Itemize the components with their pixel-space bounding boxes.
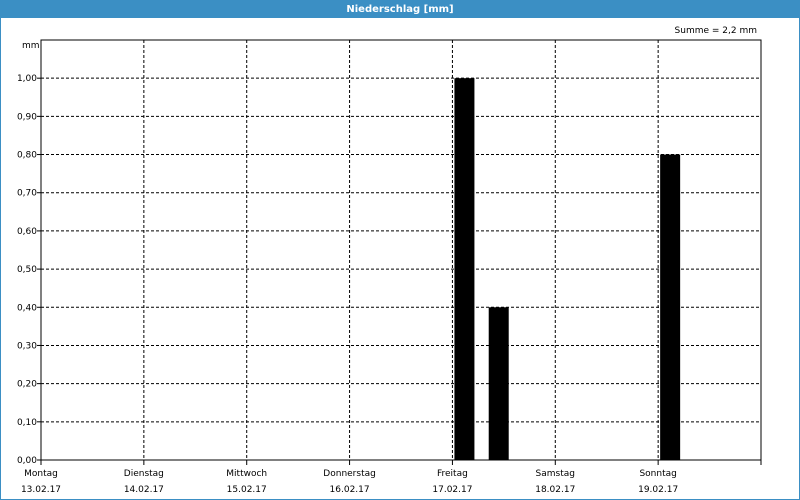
- x-tick-label-date: 17.02.17: [432, 485, 472, 495]
- x-tick-label-date: 15.02.17: [227, 485, 267, 495]
- x-tick-label-day: Mittwoch: [226, 469, 267, 479]
- x-tick-label-day: Samstag: [536, 469, 575, 479]
- x-tick-label-date: 19.02.17: [638, 485, 678, 495]
- x-tick-labels: Montag 13.02.17 Dienstag 14.02.17 Mittwoch 15…: [21, 469, 678, 495]
- y-tick-labels: 0,00 0,10 0,20 0,30 0,40 0,50 0,60 0,70 0,80 0,90…: [17, 74, 37, 466]
- precipitation-bar-chart: 0,00 0,10 0,20 0,30 0,40 0,50 0,60 0,70 0,80 0,90…: [17, 39, 762, 495]
- y-tick-label: 0,00: [17, 456, 37, 466]
- precipitation-bar: [660, 154, 681, 460]
- y-tick-label: 0,90: [17, 112, 37, 122]
- plot-area-border: [40, 39, 762, 461]
- precipitation-bar: [488, 307, 509, 460]
- grid-lines: [41, 40, 761, 460]
- x-tick-label-date: 14.02.17: [124, 485, 164, 495]
- x-tick-label-day: Donnerstag: [323, 469, 376, 479]
- y-tick-label: 0,70: [17, 189, 37, 199]
- x-tick-label-day: Freitag: [437, 469, 468, 479]
- x-tick-label-date: 18.02.17: [535, 485, 575, 495]
- y-tick-label: 0,30: [17, 341, 37, 351]
- axes: [37, 39, 762, 465]
- y-tick-label: 1,00: [17, 74, 37, 84]
- x-tick-label-day: Montag: [24, 469, 58, 479]
- x-tick-label-date: 16.02.17: [330, 485, 370, 495]
- y-tick-label: 0,20: [17, 380, 37, 390]
- y-tick-label: 0,40: [17, 303, 37, 313]
- x-tick-label-date: 13.02.17: [21, 485, 61, 495]
- y-tick-label: 0,50: [17, 265, 37, 275]
- y-tick-label: 0,80: [17, 151, 37, 161]
- x-tick-label-day: Sonntag: [639, 469, 676, 479]
- precipitation-bar: [454, 78, 475, 460]
- y-tick-label: 0,10: [17, 418, 37, 428]
- x-tick-label-day: Dienstag: [124, 469, 164, 479]
- y-tick-label: 0,60: [17, 227, 37, 237]
